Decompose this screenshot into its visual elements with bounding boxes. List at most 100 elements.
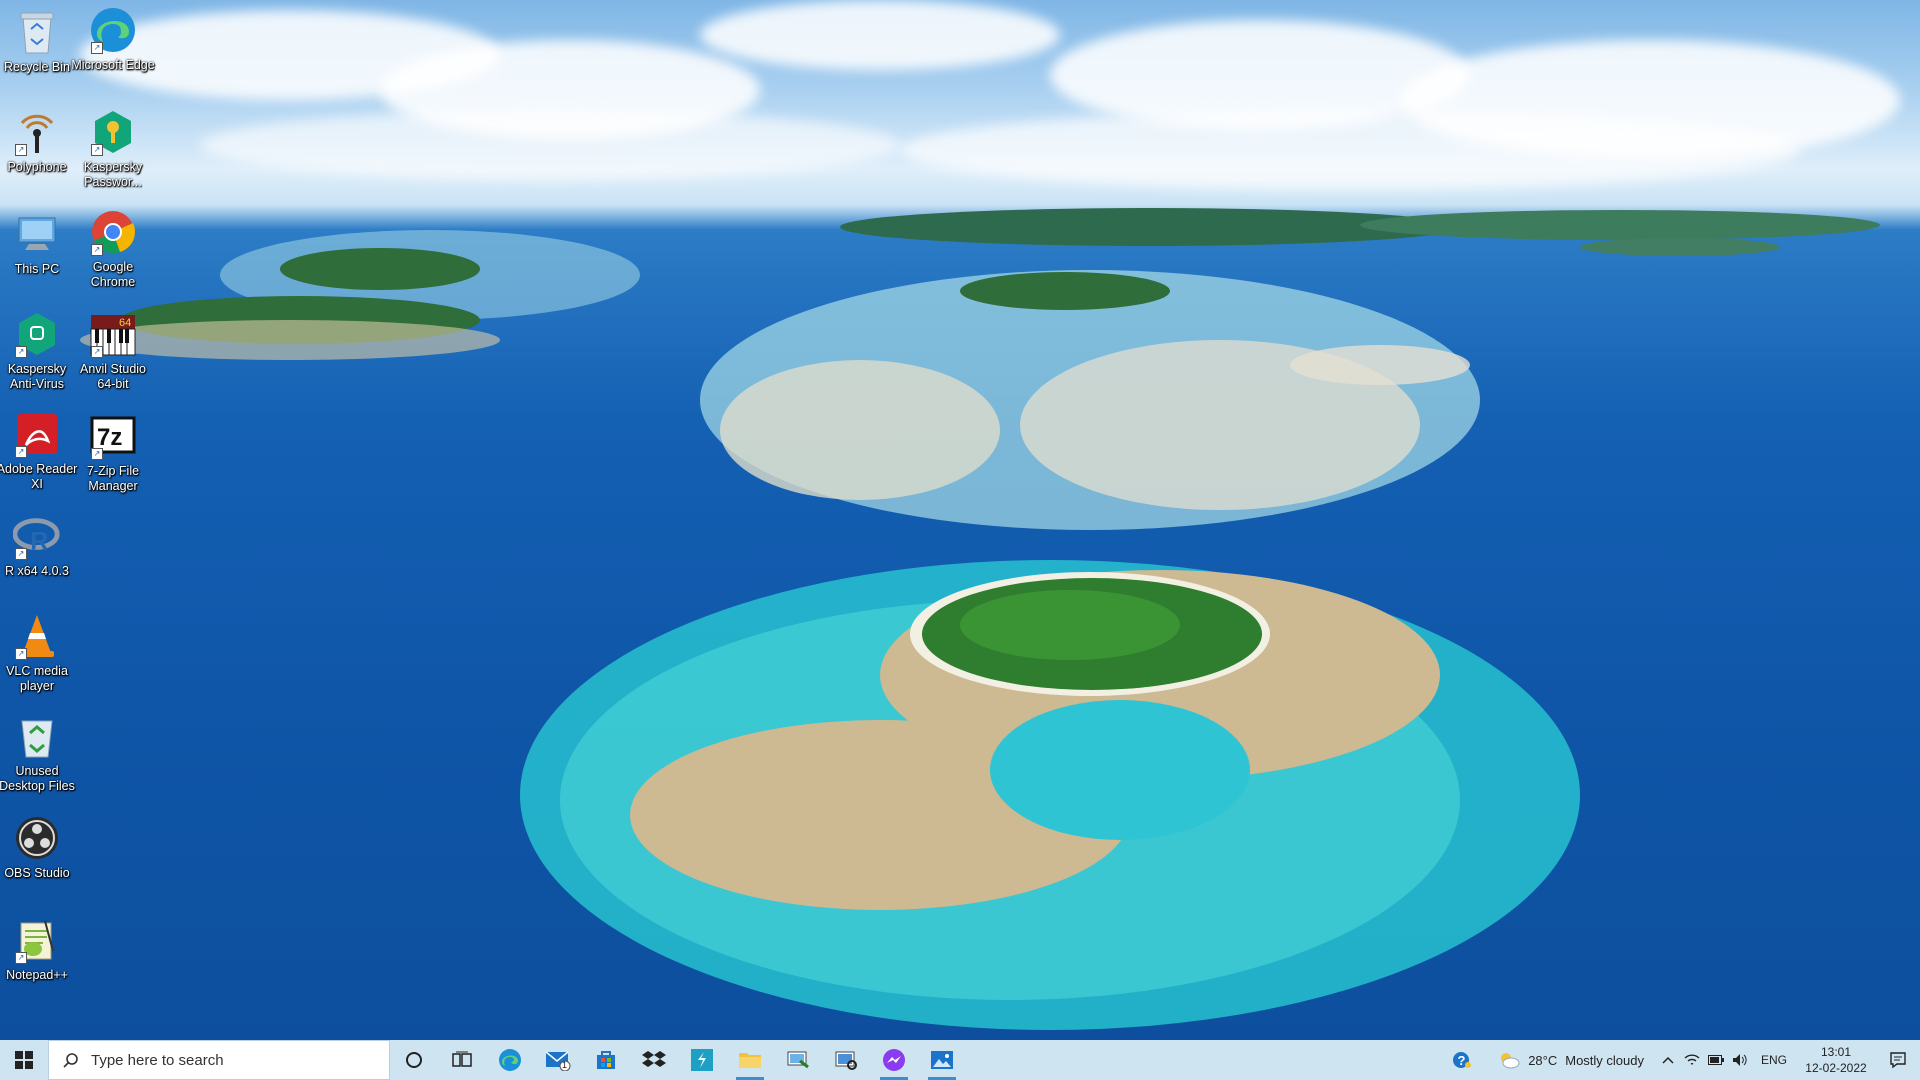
obs-icon <box>13 814 61 862</box>
svg-text:7z: 7z <box>97 424 122 451</box>
desktop-icon-7zip[interactable]: 7z ↗ 7-Zip File Manager <box>70 412 156 494</box>
desktop-icon-adobe-reader[interactable]: ↗ Adobe Reader XI <box>0 410 80 492</box>
taskbar-dropbox-button[interactable] <box>630 1040 678 1080</box>
action-center-button[interactable] <box>1876 1040 1920 1080</box>
dropbox-icon <box>642 1051 666 1067</box>
clock-time: 13:01 <box>1820 1045 1852 1059</box>
svg-text:?: ? <box>1458 1053 1466 1068</box>
system-tray: ? 28°C Mostly cloudy ENG 13:01 12-02-202… <box>1442 1040 1920 1080</box>
unused-files-icon <box>13 712 61 760</box>
desktop-icon-label: Unused Desktop Files <box>0 764 75 793</box>
desktop-icon-polyphone[interactable]: ↗ Polyphone <box>0 108 80 175</box>
svg-text:64: 64 <box>119 317 131 329</box>
partly-cloudy-icon <box>1501 1053 1520 1069</box>
this-pc-icon <box>13 210 61 258</box>
snipping-tool-icon <box>835 1051 857 1070</box>
cortana-icon <box>406 1052 422 1068</box>
desktop-icon-label: Google Chrome <box>90 260 136 289</box>
desktop-icon-label: OBS Studio <box>4 866 70 880</box>
taskbar-mail-button[interactable]: 1 <box>534 1040 582 1080</box>
language-indicator[interactable]: ENG <box>1752 1040 1796 1080</box>
desktop-icon-obs[interactable]: OBS Studio <box>0 814 80 881</box>
taskbar-remote-desktop-button[interactable] <box>774 1040 822 1080</box>
desktop-icon-label: Kaspersky Anti-Virus <box>7 362 67 391</box>
file-explorer-icon <box>739 1053 761 1068</box>
taskbar-file-explorer-button[interactable] <box>726 1040 774 1080</box>
desktop-icon-unused-files[interactable]: Unused Desktop Files <box>0 712 80 794</box>
show-hidden-icons-button[interactable] <box>1656 1040 1680 1080</box>
desktop-icon-label: Recycle Bin <box>4 60 70 74</box>
desktop-icon-label: VLC media player <box>6 664 68 693</box>
task-view-icon <box>452 1051 472 1067</box>
clock[interactable]: 13:01 12-02-2022 <box>1796 1040 1876 1080</box>
edge-icon <box>499 1049 521 1071</box>
start-button[interactable] <box>0 1040 48 1080</box>
weather-temperature: 28°C <box>1528 1052 1558 1068</box>
anvil-studio-icon: 64 ↗ <box>89 310 137 358</box>
7zip-icon: 7z ↗ <box>89 412 137 460</box>
chevron-up-icon <box>1662 1056 1674 1064</box>
desktop-icon-kaspersky-antivirus[interactable]: ↗ Kaspersky Anti-Virus <box>0 310 80 392</box>
remote-desktop-icon <box>787 1051 809 1069</box>
adobe-reader-icon: ↗ <box>13 410 61 458</box>
desktop-icon-label: Microsoft Edge <box>71 58 155 72</box>
r-icon: R ↗ <box>13 512 61 560</box>
desktop-icon-notepadpp[interactable]: ↗ Notepad++ <box>0 916 80 983</box>
svg-text:R: R <box>30 527 48 555</box>
mail-badge: 1 <box>562 1060 568 1070</box>
desktop-icon-vlc[interactable]: ↗ VLC media player <box>0 612 80 694</box>
chrome-icon: ↗ <box>89 208 137 256</box>
search-icon <box>63 1053 78 1068</box>
taskbar-photos-button[interactable] <box>918 1040 966 1080</box>
kaspersky-password-icon: ↗ <box>89 108 137 156</box>
notifications-icon <box>1890 1052 1906 1069</box>
photos-icon <box>931 1051 953 1069</box>
help-icon: ? <box>1453 1052 1472 1068</box>
cortana-button[interactable] <box>390 1040 438 1080</box>
battery-button[interactable] <box>1704 1040 1728 1080</box>
task-view-button[interactable] <box>438 1040 486 1080</box>
desktop-icon-label: Kaspersky Passwor... <box>83 160 143 189</box>
desktop-icon-label: Polyphone <box>7 160 67 174</box>
search-placeholder: Type here to search <box>91 1051 224 1069</box>
volume-button[interactable] <box>1728 1040 1752 1080</box>
weather-condition: Mostly cloudy <box>1565 1052 1644 1068</box>
kaspersky-antivirus-icon: ↗ <box>13 310 61 358</box>
taskbar-sigma-app-button[interactable] <box>678 1040 726 1080</box>
desktop-icon-kaspersky-password[interactable]: ↗ Kaspersky Passwor... <box>70 108 156 190</box>
desktop-wallpaper <box>0 0 1920 1040</box>
desktop-icon-label: This PC <box>14 262 60 276</box>
desktop-icon-label: R x64 4.0.3 <box>5 564 69 578</box>
vlc-icon: ↗ <box>13 612 61 660</box>
desktop-icon-r[interactable]: R ↗ R x64 4.0.3 <box>0 512 80 579</box>
network-button[interactable] <box>1680 1040 1704 1080</box>
desktop-icon-label: Adobe Reader XI <box>0 462 78 491</box>
desktop-icon-label: 7-Zip File Manager <box>86 464 140 493</box>
mail-icon <box>545 1051 571 1071</box>
desktop-icon-this-pc[interactable]: This PC <box>0 210 80 277</box>
taskbar-messenger-button[interactable] <box>870 1040 918 1080</box>
clock-date: 12-02-2022 <box>1805 1061 1867 1075</box>
weather-widget[interactable]: 28°C Mostly cloudy <box>1482 1040 1656 1080</box>
desktop-icon-anvil-studio[interactable]: 64 ↗ Anvil Studio 64-bit <box>70 310 156 392</box>
speaker-icon <box>1733 1054 1747 1066</box>
notepadpp-icon: ↗ <box>13 916 61 964</box>
wifi-icon <box>1684 1054 1700 1065</box>
recycle-bin-icon <box>13 8 61 56</box>
taskbar-edge-button[interactable] <box>486 1040 534 1080</box>
battery-icon <box>1708 1055 1724 1065</box>
taskbar-search-box[interactable]: Type here to search <box>48 1040 390 1080</box>
desktop-icon-google-chrome[interactable]: ↗ Google Chrome <box>70 208 156 290</box>
taskbar-snipping-tool-button[interactable] <box>822 1040 870 1080</box>
taskbar: Type here to search 1 ? 28°C Mostly clou… <box>0 1040 1920 1080</box>
taskbar-store-button[interactable] <box>582 1040 630 1080</box>
polyphone-icon: ↗ <box>13 108 61 156</box>
messenger-icon <box>883 1049 905 1071</box>
desktop-icon-label: Notepad++ <box>6 968 68 982</box>
desktop-icon-label: Anvil Studio 64-bit <box>79 362 146 391</box>
help-button[interactable]: ? <box>1442 1040 1482 1080</box>
desktop-icon-recycle-bin[interactable]: Recycle Bin <box>0 8 80 75</box>
windows-logo-icon <box>15 1051 33 1069</box>
desktop-icon-microsoft-edge[interactable]: ↗ Microsoft Edge <box>70 6 156 73</box>
sigma-app-icon <box>691 1049 713 1071</box>
